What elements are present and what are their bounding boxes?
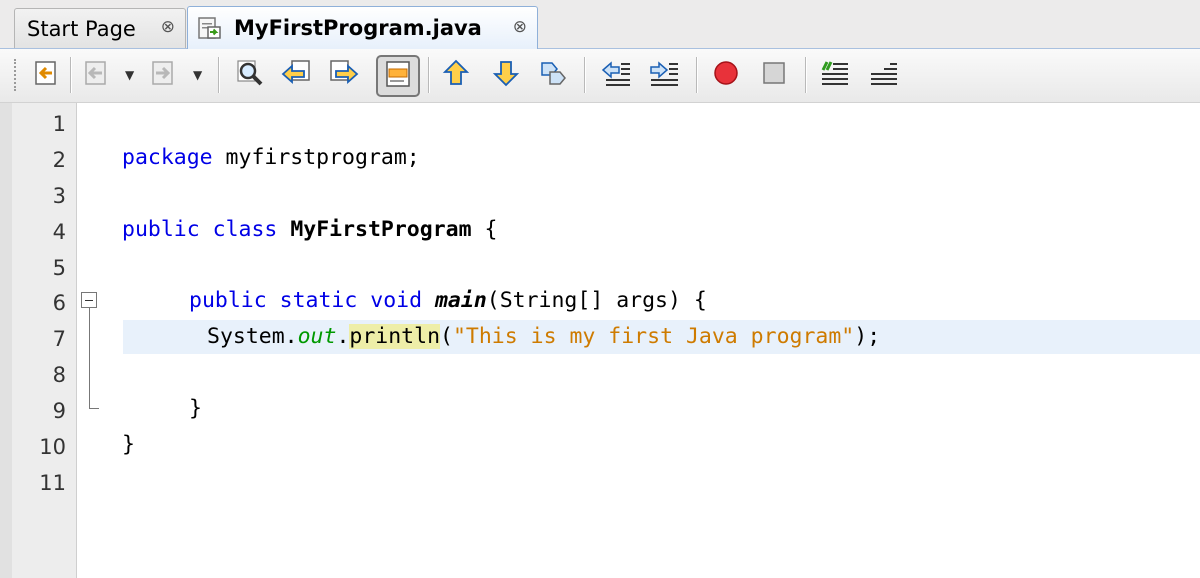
close-tab-icon[interactable]: ⊗ — [161, 17, 175, 37]
uncomment-button[interactable] — [866, 57, 902, 93]
code-line-2: package myfirstprogram; — [122, 140, 420, 176]
code-text: myfirstprogram; — [212, 145, 420, 170]
back-icon — [81, 58, 111, 92]
uncomment-icon — [868, 58, 900, 92]
shift-left-icon — [600, 58, 632, 92]
toggle-bookmark-button[interactable] — [536, 57, 572, 93]
previous-bookmark-icon — [441, 58, 471, 92]
tab-label: Start Page — [27, 16, 136, 41]
start-macro-icon — [711, 58, 741, 92]
code-text: ); — [854, 324, 881, 349]
toggle-bookmark-icon — [538, 58, 570, 92]
keyword: class — [212, 217, 278, 242]
find-previous-button[interactable] — [278, 57, 314, 93]
find-next-button[interactable] — [326, 57, 362, 93]
close-tab-icon[interactable]: ⊗ — [513, 17, 527, 37]
stop-macro-icon — [759, 58, 789, 92]
line-number: 5 — [52, 256, 66, 280]
keyword: public — [189, 288, 267, 313]
code-text: ( — [440, 324, 453, 349]
field-name: out — [297, 324, 337, 349]
toggle-highlight-button[interactable] — [376, 55, 420, 97]
editor-toolbar: ▼ ▼ — [0, 49, 1200, 103]
code-text: { — [471, 217, 498, 242]
code-line-9: } — [189, 396, 202, 421]
line-number: 3 — [52, 184, 66, 208]
line-number: 7 — [52, 327, 66, 351]
find-icon — [235, 58, 265, 92]
keyword: static — [279, 288, 358, 313]
keyword: public — [122, 217, 200, 242]
fold-guide-end — [89, 408, 99, 409]
toolbar-separator — [428, 57, 429, 93]
find-next-icon — [328, 58, 360, 92]
gutter-edge — [0, 103, 12, 578]
line-number: 2 — [52, 148, 66, 172]
shift-line-left-button[interactable] — [598, 57, 634, 93]
line-number: 10 — [39, 435, 66, 459]
line-number: 1 — [52, 112, 66, 136]
java-file-icon — [196, 14, 224, 42]
toolbar-grip[interactable] — [14, 59, 19, 91]
tab-myfirstprogram-java[interactable]: MyFirstProgram.java ⊗ — [187, 6, 538, 49]
toolbar-separator — [218, 57, 219, 93]
keyword: package — [122, 145, 213, 170]
code-text: (String[] args) { — [486, 288, 707, 313]
back-button[interactable] — [78, 57, 114, 93]
shift-right-icon — [648, 58, 680, 92]
method-name: main — [434, 288, 487, 313]
line-number: 11 — [39, 471, 66, 495]
comment-button[interactable] — [817, 57, 853, 93]
code-line-10: } — [122, 432, 135, 457]
tab-start-page[interactable]: Start Page ⊗ — [14, 8, 186, 48]
code-line-4: public class MyFirstProgram { — [122, 212, 497, 248]
toolbar-separator — [696, 57, 697, 93]
back-dropdown-icon[interactable]: ▼ — [125, 68, 134, 82]
shift-line-right-button[interactable] — [646, 57, 682, 93]
find-previous-icon — [280, 58, 312, 92]
fold-guide — [89, 308, 90, 408]
tab-label: MyFirstProgram.java — [234, 16, 482, 40]
last-edit-button[interactable] — [28, 57, 64, 93]
toolbar-separator — [70, 57, 71, 93]
forward-dropdown-icon[interactable]: ▼ — [193, 68, 202, 82]
keyword: void — [370, 288, 423, 313]
method-call: println — [349, 324, 441, 349]
code-text: . — [336, 324, 350, 349]
next-bookmark-icon — [491, 58, 521, 92]
code-line-6: public static void main(String[] args) { — [189, 283, 707, 319]
toggle-highlight-icon — [383, 59, 413, 93]
line-number: 4 — [52, 220, 66, 244]
comment-icon — [819, 58, 851, 92]
code-line-7: System.out.println("This is my first Jav… — [207, 319, 880, 355]
last-edit-icon — [31, 58, 61, 92]
code-fold-toggle[interactable] — [81, 292, 97, 308]
forward-button[interactable] — [145, 57, 181, 93]
string-literal: "This is my first Java program" — [452, 324, 855, 349]
stop-macro-recording-button[interactable] — [756, 57, 792, 93]
start-macro-recording-button[interactable] — [708, 57, 744, 93]
toolbar-separator — [805, 57, 806, 93]
line-number: 8 — [52, 363, 66, 387]
next-bookmark-button[interactable] — [488, 57, 524, 93]
code-text: System. — [207, 324, 298, 349]
find-button[interactable] — [232, 57, 268, 93]
editor-tab-strip: Start Page ⊗ MyFirstProgram.java ⊗ — [0, 0, 1200, 49]
forward-icon — [148, 58, 178, 92]
toolbar-separator — [584, 57, 585, 93]
class-name: MyFirstProgram — [290, 217, 472, 242]
previous-bookmark-button[interactable] — [438, 57, 474, 93]
line-number: 9 — [52, 399, 66, 423]
line-number: 6 — [52, 291, 66, 315]
